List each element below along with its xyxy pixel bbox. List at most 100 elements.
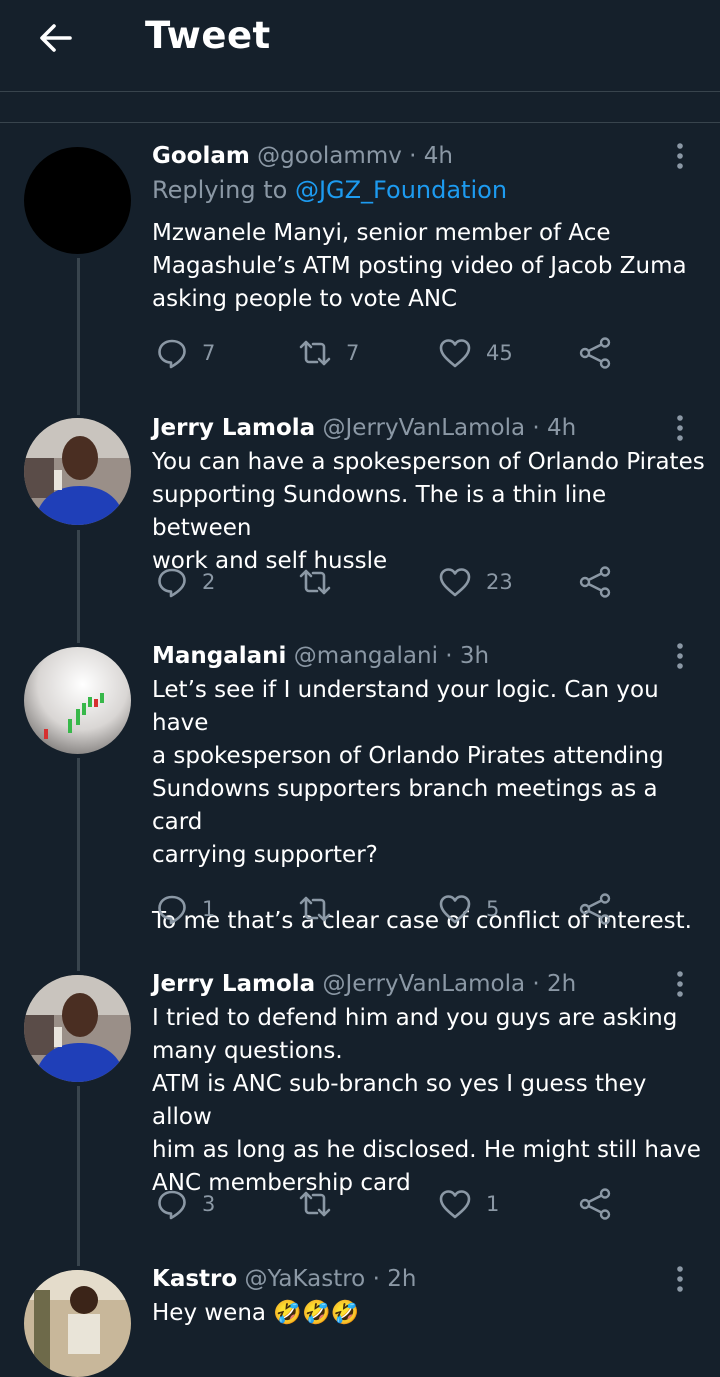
reply-count: 2 <box>202 570 216 594</box>
tweet-header: Jerry Lamola @JerryVanLamola · 4h <box>152 413 576 443</box>
share-button[interactable] <box>578 889 612 929</box>
profile-photo-icon <box>24 647 131 754</box>
thread-line <box>77 758 80 971</box>
tweet-text: You can have a spokesperson of Orlando P… <box>152 449 705 574</box>
retweet-button[interactable] <box>298 562 332 602</box>
like-button[interactable]: 23 <box>438 562 513 602</box>
retweet-icon <box>299 340 331 366</box>
author-name[interactable]: Jerry Lamola <box>152 971 315 997</box>
tweet-header: Goolam @goolammv · 4h <box>152 141 453 171</box>
replying-prefix: Replying to <box>152 176 295 204</box>
reply-count: 7 <box>202 341 216 365</box>
author-handle[interactable]: @JerryVanLamola <box>323 971 526 997</box>
reply-button[interactable]: 7 <box>156 333 215 373</box>
timestamp[interactable]: 4h <box>424 143 453 169</box>
author-handle[interactable]: @goolammv <box>257 143 402 169</box>
more-vertical-icon <box>677 143 683 169</box>
like-count: 23 <box>486 570 513 594</box>
timestamp[interactable]: 3h <box>460 643 489 669</box>
thread-line <box>77 1086 80 1266</box>
tweet-actions: 1 5 <box>152 889 622 929</box>
thread-line <box>77 530 80 643</box>
avatar[interactable] <box>24 418 131 525</box>
more-button[interactable] <box>669 969 691 999</box>
author-name[interactable]: Mangalani <box>152 643 286 669</box>
reply-button[interactable]: 1 <box>156 889 215 929</box>
timestamp[interactable]: 2h <box>547 971 576 997</box>
share-icon <box>579 566 611 598</box>
separator-dot: · <box>372 1266 380 1292</box>
heart-icon <box>439 1190 471 1219</box>
mention-link[interactable]: @JGZ_Foundation <box>295 176 507 204</box>
like-count: 5 <box>486 897 500 921</box>
tweet-text: I tried to defend him and you guys are a… <box>152 1005 701 1196</box>
replying-to: Replying to @JGZ_Foundation <box>152 176 507 204</box>
heart-icon <box>439 895 471 924</box>
separator-dot: · <box>409 143 417 169</box>
author-handle[interactable]: @YaKastro <box>244 1266 365 1292</box>
avatar[interactable] <box>24 147 131 254</box>
separator-dot: · <box>532 971 540 997</box>
like-count: 45 <box>486 341 513 365</box>
more-vertical-icon <box>677 971 683 997</box>
author-name[interactable]: Jerry Lamola <box>152 415 315 441</box>
reply-button[interactable]: 2 <box>156 562 215 602</box>
reply-icon <box>158 1190 186 1220</box>
tweet-actions: 3 1 <box>152 1184 622 1224</box>
top-bar: Tweet <box>0 0 720 92</box>
avatar[interactable] <box>24 647 131 754</box>
heart-icon <box>439 568 471 597</box>
tweet-actions: 7 7 45 <box>152 333 622 373</box>
like-button[interactable]: 1 <box>438 1184 499 1224</box>
reply-count: 3 <box>202 1192 216 1216</box>
tweet-header: Jerry Lamola @JerryVanLamola · 2h <box>152 969 576 999</box>
share-icon <box>579 893 611 925</box>
reply-icon <box>158 895 186 925</box>
heart-icon <box>439 339 471 368</box>
share-button[interactable] <box>578 333 612 373</box>
reply-icon <box>158 568 186 598</box>
avatar[interactable] <box>24 975 131 1082</box>
more-button[interactable] <box>669 141 691 171</box>
back-button[interactable] <box>36 18 76 58</box>
like-count: 1 <box>486 1192 500 1216</box>
retweet-button[interactable] <box>298 1184 332 1224</box>
retweet-button[interactable] <box>298 889 332 929</box>
retweet-icon <box>299 896 331 922</box>
more-button[interactable] <box>669 413 691 443</box>
share-icon <box>579 1188 611 1220</box>
timestamp[interactable]: 2h <box>387 1266 416 1292</box>
like-button[interactable]: 45 <box>438 333 513 373</box>
retweet-count: 7 <box>346 341 360 365</box>
author-name[interactable]: Kastro <box>152 1266 237 1292</box>
page-title: Tweet <box>145 14 271 57</box>
profile-photo-icon <box>24 418 131 525</box>
timestamp[interactable]: 4h <box>547 415 576 441</box>
retweet-button[interactable]: 7 <box>298 333 359 373</box>
author-handle[interactable]: @mangalani <box>294 643 438 669</box>
avatar[interactable] <box>24 1270 131 1377</box>
tweet-header: Kastro @YaKastro · 2h <box>152 1264 416 1294</box>
profile-photo-icon <box>24 975 131 1082</box>
share-button[interactable] <box>578 562 612 602</box>
more-button[interactable] <box>669 1264 691 1294</box>
retweet-icon <box>299 569 331 595</box>
tweet-text: Hey wena 🤣🤣🤣 <box>152 1300 360 1326</box>
retweet-icon <box>299 1191 331 1217</box>
like-button[interactable]: 5 <box>438 889 499 929</box>
author-handle[interactable]: @JerryVanLamola <box>323 415 526 441</box>
profile-photo-icon <box>24 1270 131 1377</box>
separator-dot: · <box>532 415 540 441</box>
thread-line <box>77 258 80 415</box>
more-vertical-icon <box>677 1266 683 1292</box>
reply-count: 1 <box>202 897 216 921</box>
more-vertical-icon <box>677 643 683 669</box>
more-vertical-icon <box>677 415 683 441</box>
author-name[interactable]: Goolam <box>152 143 250 169</box>
tweet-actions: 2 23 <box>152 562 622 602</box>
share-button[interactable] <box>578 1184 612 1224</box>
reply-button[interactable]: 3 <box>156 1184 215 1224</box>
tweet-text: Mzwanele Manyi, senior member of Ace Mag… <box>152 220 687 312</box>
tweet-header: Mangalani @mangalani · 3h <box>152 641 489 671</box>
more-button[interactable] <box>669 641 691 671</box>
